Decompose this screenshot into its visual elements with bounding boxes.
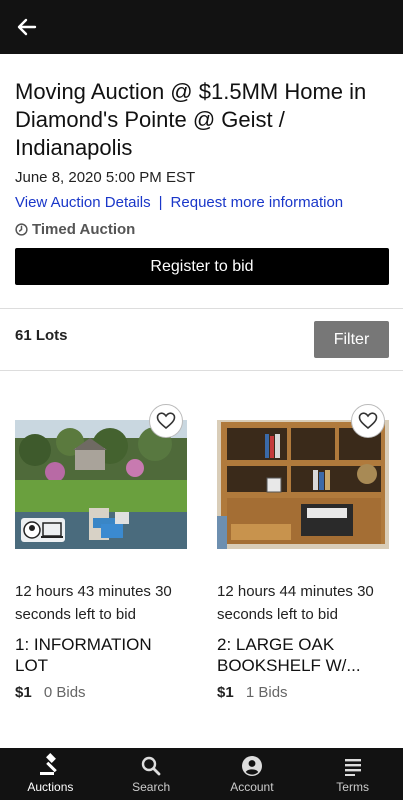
divider — [0, 308, 403, 309]
auction-company-logo — [23, 521, 63, 539]
filter-button[interactable]: Filter — [314, 321, 389, 358]
favorite-button[interactable] — [351, 404, 385, 438]
auction-header: Moving Auction @ $1.5MM Home in Diamond'… — [15, 78, 390, 238]
nav-account-label: Account — [230, 780, 274, 794]
divider — [0, 370, 403, 371]
lot-time-left: 12 hours 43 minutes 30 seconds left to b… — [15, 583, 172, 623]
request-more-info-link[interactable]: Request more information — [171, 194, 344, 211]
favorite-button[interactable] — [149, 404, 183, 438]
bookshelf-photo — [217, 420, 389, 549]
view-auction-details-link[interactable]: View Auction Details — [15, 194, 151, 211]
lots-count: 61 Lots — [15, 327, 68, 344]
lot-bid-count: 0 Bids — [43, 684, 86, 701]
nav-auctions[interactable]: Auctions — [0, 748, 101, 800]
lot-current-bid: $1 — [217, 684, 234, 701]
auction-type: Timed Auction — [15, 221, 390, 238]
account-icon — [241, 756, 262, 776]
nav-account[interactable]: Account — [202, 748, 303, 800]
auction-links: View Auction Details | Request more info… — [15, 194, 390, 211]
nav-search[interactable]: Search — [101, 748, 202, 800]
heart-icon — [156, 412, 176, 430]
lot-image[interactable] — [15, 420, 187, 549]
auction-type-label: Timed Auction — [32, 221, 136, 238]
top-app-bar — [0, 0, 403, 54]
nav-search-label: Search — [132, 780, 171, 794]
lot-title[interactable]: 1: INFORMATION LOT — [15, 634, 187, 676]
lot-title[interactable]: 2: LARGE OAK BOOKSHELF W/... — [217, 634, 389, 676]
lot-card[interactable]: 12 hours 44 minutes 30 seconds left to b… — [217, 404, 389, 701]
arrow-left-icon — [17, 18, 37, 36]
search-icon — [141, 756, 161, 776]
back-button[interactable] — [12, 12, 42, 42]
lot-card[interactable]: 12 hours 43 minutes 30 seconds left to b… — [15, 404, 187, 701]
bottom-navigation: Auctions Search Account Terms — [0, 748, 403, 800]
auction-date: June 8, 2020 5:00 PM EST — [15, 169, 196, 186]
heart-icon — [358, 412, 378, 430]
lot-badge — [21, 518, 65, 542]
register-to-bid-button[interactable]: Register to bid — [15, 248, 389, 285]
link-separator: | — [158, 194, 163, 211]
nav-auctions-label: Auctions — [27, 780, 74, 794]
nav-terms-label: Terms — [336, 780, 369, 794]
lot-current-bid: $1 — [15, 684, 32, 701]
lot-price-row: $1 0 Bids — [15, 684, 187, 701]
lot-time-left: 12 hours 44 minutes 30 seconds left to b… — [217, 583, 374, 623]
lot-price-row: $1 1 Bids — [217, 684, 389, 701]
terms-icon — [344, 759, 361, 776]
lot-bid-count: 1 Bids — [245, 684, 288, 701]
auction-title: Moving Auction @ $1.5MM Home in Diamond'… — [15, 79, 367, 160]
lot-image[interactable] — [217, 420, 389, 549]
gavel-icon — [40, 753, 58, 775]
nav-terms[interactable]: Terms — [302, 748, 403, 800]
clock-icon — [15, 223, 28, 236]
